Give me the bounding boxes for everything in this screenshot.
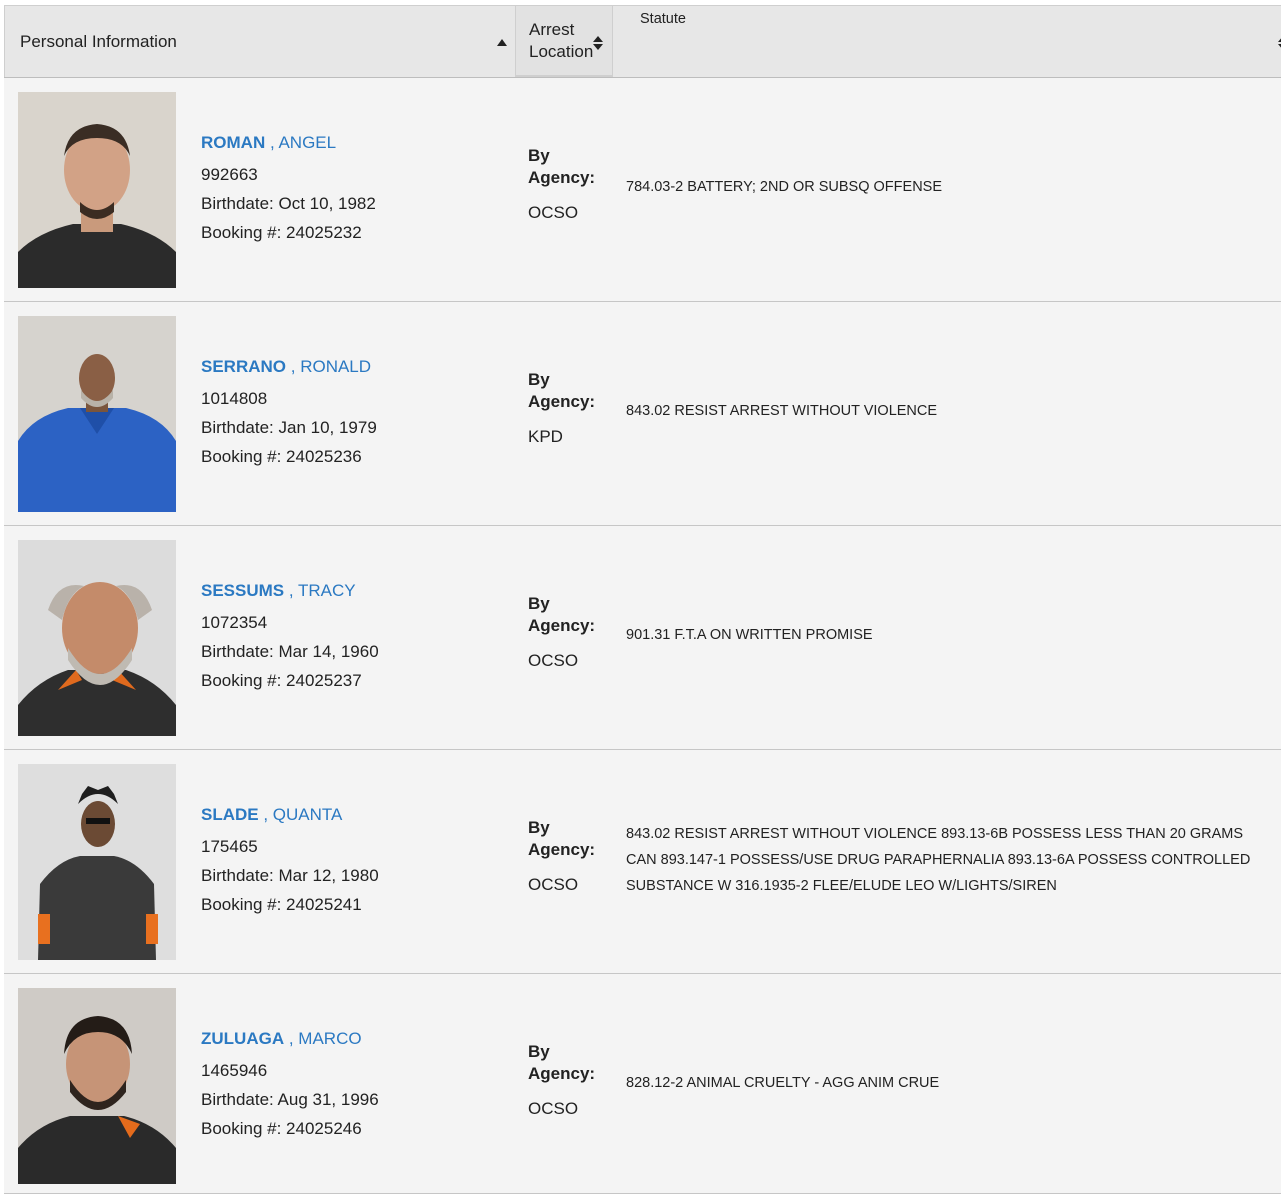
inmate-name-link[interactable]: SESSUMS , TRACY	[201, 576, 379, 605]
inmate-id: 1072354	[201, 613, 268, 632]
statute-text: 843.02 RESIST ARREST WITHOUT VIOLENCE 89…	[626, 826, 1251, 894]
arrest-location-header[interactable]: Arrest Location	[515, 6, 613, 77]
table-row: ZULUAGA , MARCO 1465946 Birthdate: Aug 3…	[4, 974, 1281, 1194]
personal-info: SERRANO , RONALD 1014808 Birthdate: Jan …	[201, 352, 377, 471]
agency-value: OCSO	[528, 203, 579, 222]
table-row: ROMAN , ANGEL 992663 Birthdate: Oct 10, …	[4, 78, 1281, 302]
statute-label: Statute	[640, 11, 686, 27]
inmate-id: 1465946	[201, 1061, 268, 1080]
arrest-agency: By Agency: KPD	[528, 370, 596, 446]
sort-ascending-icon[interactable]	[497, 39, 507, 46]
arrest-location-label: Arrest Location	[529, 19, 594, 61]
agency-value: KPD	[528, 427, 563, 446]
mugshot-photo[interactable]	[18, 316, 176, 512]
arrest-agency: By Agency: OCSO	[528, 1042, 596, 1118]
personal-information-header[interactable]: Personal Information	[4, 6, 515, 77]
table-row: SLADE , QUANTA 175465 Birthdate: Mar 12,…	[4, 750, 1281, 974]
agency-value: OCSO	[528, 651, 579, 670]
inmate-id: 1014808	[201, 389, 268, 408]
birthdate: Birthdate: Jan 10, 1979	[201, 418, 377, 437]
statute-text: 784.03-2 BATTERY; 2ND OR SUBSQ OFFENSE	[626, 179, 943, 195]
inmate-name-link[interactable]: ROMAN , ANGEL	[201, 128, 376, 157]
inmate-name-link[interactable]: ZULUAGA , MARCO	[201, 1024, 379, 1053]
birthdate: Birthdate: Aug 31, 1996	[201, 1090, 379, 1109]
statute-text: 901.31 F.T.A ON WRITTEN PROMISE	[626, 627, 873, 643]
arrests-table: Personal Information Arrest Location Sta…	[4, 5, 1281, 1194]
booking-number: Booking #: 24025246	[201, 1119, 362, 1138]
birthdate: Birthdate: Mar 14, 1960	[201, 642, 379, 661]
mugshot-photo[interactable]	[18, 764, 176, 960]
arrest-agency: By Agency: OCSO	[528, 594, 596, 670]
booking-number: Booking #: 24025236	[201, 447, 362, 466]
booking-number: Booking #: 24025241	[201, 895, 362, 914]
statute-header[interactable]: Statute	[626, 6, 1281, 50]
personal-info: ZULUAGA , MARCO 1465946 Birthdate: Aug 3…	[201, 1024, 379, 1143]
personal-info: SESSUMS , TRACY 1072354 Birthdate: Mar 1…	[201, 576, 379, 695]
statute-text: 843.02 RESIST ARREST WITHOUT VIOLENCE	[626, 403, 938, 419]
sort-icon[interactable]	[593, 36, 603, 50]
personal-information-label: Personal Information	[20, 31, 177, 51]
birthdate: Birthdate: Mar 12, 1980	[201, 866, 379, 885]
statute-text: 828.12-2 ANIMAL CRUELTY - AGG ANIM CRUE	[626, 1075, 940, 1091]
birthdate: Birthdate: Oct 10, 1982	[201, 194, 376, 213]
mugshot-photo[interactable]	[18, 540, 176, 736]
inmate-id: 175465	[201, 837, 258, 856]
arrest-agency: By Agency: OCSO	[528, 146, 596, 222]
booking-number: Booking #: 24025237	[201, 671, 362, 690]
table-header: Personal Information Arrest Location Sta…	[4, 5, 1281, 78]
personal-info: SLADE , QUANTA 175465 Birthdate: Mar 12,…	[201, 800, 379, 919]
mugshot-photo[interactable]	[18, 988, 176, 1184]
personal-info: ROMAN , ANGEL 992663 Birthdate: Oct 10, …	[201, 128, 376, 247]
table-row: SERRANO , RONALD 1014808 Birthdate: Jan …	[4, 302, 1281, 526]
inmate-name-link[interactable]: SERRANO , RONALD	[201, 352, 377, 381]
inmate-name-link[interactable]: SLADE , QUANTA	[201, 800, 379, 829]
booking-number: Booking #: 24025232	[201, 223, 362, 242]
table-row: SESSUMS , TRACY 1072354 Birthdate: Mar 1…	[4, 526, 1281, 750]
inmate-id: 992663	[201, 165, 258, 184]
arrest-agency: By Agency: OCSO	[528, 818, 596, 894]
mugshot-photo[interactable]	[18, 92, 176, 288]
agency-value: OCSO	[528, 875, 579, 894]
agency-value: OCSO	[528, 1099, 579, 1118]
